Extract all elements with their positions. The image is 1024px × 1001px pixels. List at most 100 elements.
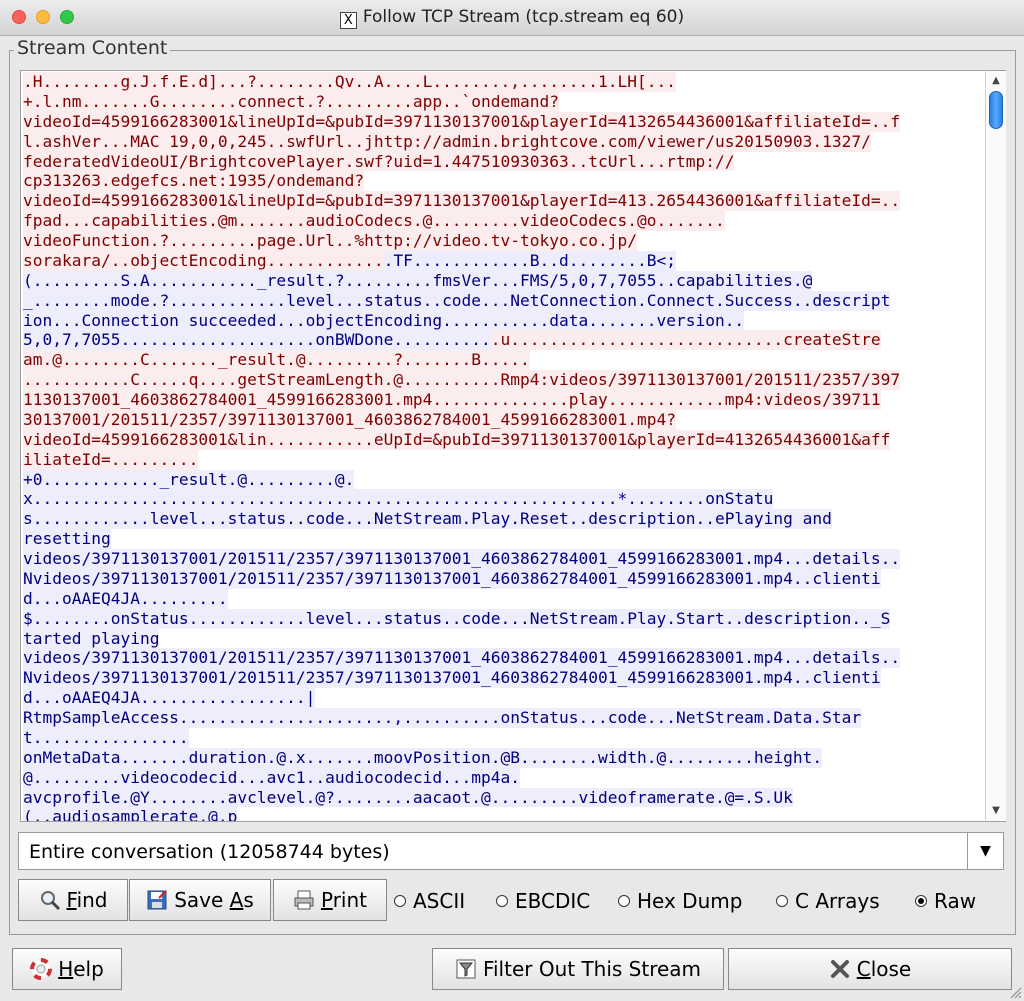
stream-line: cp313263.edgefcs.net:1935/ondemand? (23, 171, 985, 192)
stream-line: $........onStatus............level...sta… (23, 608, 985, 629)
server-data-segment: s............level...status..code...NetS… (23, 509, 832, 530)
radio-ascii[interactable]: ASCII (394, 889, 465, 913)
server-data-segment: d...oAAEQ4JA.................| (23, 688, 316, 708)
print-button[interactable]: Print (273, 879, 387, 921)
stream-line: federatedVideoUI/BrightcovePlayer.swf?ui… (23, 151, 985, 172)
close-button[interactable]: Close (728, 948, 1012, 990)
client-data-segment: .u............................createStre (490, 330, 881, 351)
stream-line: iliateId=......... (23, 449, 985, 470)
server-data-segment: d...oAAEQ4JA......... (23, 588, 228, 609)
help-label: Help (58, 957, 104, 981)
server-data-segment: videos/3971130137001/201511/2357/3971130… (23, 549, 901, 569)
stream-line: ...........C.....q....getStreamLength.@.… (23, 370, 985, 390)
server-data-segment: x.......................................… (23, 489, 774, 510)
client-data-segment: cp313263.edgefcs.net:1935/ondemand? (23, 171, 365, 192)
radio-ebcdic[interactable]: EBCDIC (496, 889, 590, 913)
client-data-segment: videoFunction.?.........page.Url..%http:… (23, 231, 637, 251)
client-data-segment: sorakara/..objectEncoding............ (23, 250, 384, 271)
stream-line: s............level...status..code...NetS… (23, 509, 985, 530)
radio-raw-label: Raw (934, 889, 977, 913)
stream-line: 5,0,7,7055....................onBWDone..… (23, 330, 985, 351)
server-data-segment: .TF............B..d........B<; (383, 250, 676, 271)
stream-line: d...oAAEQ4JA.................| (23, 688, 985, 708)
scroll-down-arrow-icon[interactable]: ▼ (986, 801, 1006, 821)
stream-line: fpad...capabilities.@m.......audioCodecs… (23, 211, 985, 231)
server-data-segment: ion...Connection succeeded...objectEncod… (23, 310, 745, 331)
stream-line: sorakara/..objectEncoding.............TF… (23, 250, 985, 271)
client-data-segment: l.ashVer...MAC 19,0,0,245..swfUrl..jhttp… (23, 131, 871, 152)
client-data-segment: videoId=4599166283001&lin...........eUpI… (23, 429, 891, 450)
resize-grip-icon[interactable] (1008, 985, 1022, 999)
lifebuoy-icon (30, 958, 53, 980)
stream-line: avcprofile.@Y........avclevel.@?........… (23, 787, 985, 808)
client-data-segment: videoId=4599166283001&lineUpId=&pubId=39… (23, 191, 901, 212)
server-data-segment: resetting (23, 529, 111, 549)
save-as-button[interactable]: Save As (129, 879, 271, 921)
stream-line: resetting (23, 529, 985, 549)
filter-icon (455, 958, 477, 980)
server-data-segment: onMetaData.......duration.@.x.......moov… (23, 747, 823, 768)
client-data-segment: ...........C.....q....getStreamLength.@.… (23, 370, 901, 390)
stream-text-area[interactable]: .H........g.J.f.E.d]...?........Qv..A...… (20, 70, 1006, 822)
server-data-segment: $........onStatus............level...sta… (23, 608, 891, 629)
radio-raw-circle[interactable] (915, 895, 927, 907)
close-x-icon (829, 958, 851, 980)
stream-line: Nvideos/3971130137001/201511/2357/397113… (23, 668, 985, 689)
radio-ebcdic-circle[interactable] (496, 895, 508, 907)
help-button[interactable]: Help (12, 948, 122, 990)
server-data-segment: Nvideos/3971130137001/201511/2357/397113… (23, 668, 881, 689)
x11-icon: X (339, 12, 357, 29)
scroll-up-arrow-icon[interactable]: ▲ (986, 71, 1006, 91)
stream-line: @.........videocodecid...avc1..audiocode… (23, 767, 985, 788)
radio-ascii-label: ASCII (413, 889, 466, 913)
server-data-segment: (..audiosamplerate.@.p (23, 807, 238, 821)
radio-hex-dump-label: Hex Dump (637, 889, 743, 913)
conversation-select[interactable]: Entire conversation (12058744 bytes) ▼ (18, 832, 1004, 870)
filter-out-stream-button[interactable]: Filter Out This Stream (432, 948, 724, 990)
print-label: Print (320, 888, 367, 912)
dropdown-arrow-icon[interactable]: ▼ (967, 833, 1003, 869)
find-button[interactable]: Find (18, 879, 128, 921)
client-data-segment: 30137001/201511/2357/3971130137001_46038… (23, 409, 676, 430)
stream-line: videoFunction.?.........page.Url..%http:… (23, 231, 985, 251)
radio-hex-dump-circle[interactable] (618, 895, 630, 907)
stream-text: .H........g.J.f.E.d]...?........Qv..A...… (23, 72, 985, 821)
radio-c-arrays-circle[interactable] (776, 895, 788, 907)
save-disk-icon (146, 889, 168, 911)
stream-line: onMetaData.......duration.@.x.......moov… (23, 747, 985, 768)
title-bar: X Follow TCP Stream (tcp.stream eq 60) (0, 0, 1024, 36)
stream-line: +0............_result.@.........@. (23, 469, 985, 490)
conversation-selected-value: Entire conversation (12058744 bytes) (29, 841, 390, 863)
stream-line: RtmpSampleAccess......................,.… (23, 708, 985, 728)
stream-line: am.@........C......._result.@.........?.… (23, 350, 985, 371)
server-data-segment: 5,0,7,7055....................onBWDone..… (23, 330, 491, 351)
stream-line: t................ (23, 727, 985, 748)
stream-line: ion...Connection succeeded...objectEncod… (23, 310, 985, 331)
server-data-segment: Nvideos/3971130137001/201511/2357/397113… (23, 568, 881, 589)
server-data-segment: tarted playing (23, 628, 160, 649)
stream-line: videoId=4599166283001&lineUpId=&pubId=39… (23, 111, 985, 132)
stream-line: 1130137001_4603862784001_4599166283001.m… (23, 390, 985, 410)
client-data-segment: federatedVideoUI/BrightcovePlayer.swf?ui… (23, 151, 735, 172)
stream-line: (..audiosamplerate.@.p (23, 807, 985, 821)
stream-line: x.......................................… (23, 489, 985, 510)
stream-line: d...oAAEQ4JA......... (23, 588, 985, 609)
stream-line: .H........g.J.f.E.d]...?........Qv..A...… (23, 72, 985, 92)
client-data-segment: 1130137001_4603862784001_4599166283001.m… (23, 390, 881, 410)
vertical-scrollbar[interactable]: ▲ ▼ (985, 70, 1006, 822)
stream-content-legend: Stream Content (14, 37, 171, 59)
server-data-segment: videos/3971130137001/201511/2357/3971130… (23, 648, 901, 669)
scrollbar-thumb[interactable] (989, 91, 1003, 129)
radio-hex-dump[interactable]: Hex Dump (618, 889, 742, 913)
server-data-segment: +0............_result.@.........@. (23, 469, 355, 490)
radio-raw[interactable]: Raw (915, 889, 976, 913)
stream-line: tarted playing (23, 628, 985, 649)
radio-ebcdic-label: EBCDIC (515, 889, 591, 913)
server-data-segment: avcprofile.@Y........avclevel.@?........… (23, 787, 793, 808)
radio-ascii-circle[interactable] (394, 895, 406, 907)
close-label: Close (856, 957, 912, 981)
radio-c-arrays[interactable]: C Arrays (776, 889, 880, 913)
filter-out-stream-label: Filter Out This Stream (482, 957, 702, 981)
stream-line: l.ashVer...MAC 19,0,0,245..swfUrl..jhttp… (23, 131, 985, 152)
stream-line: 30137001/201511/2357/3971130137001_46038… (23, 409, 985, 430)
